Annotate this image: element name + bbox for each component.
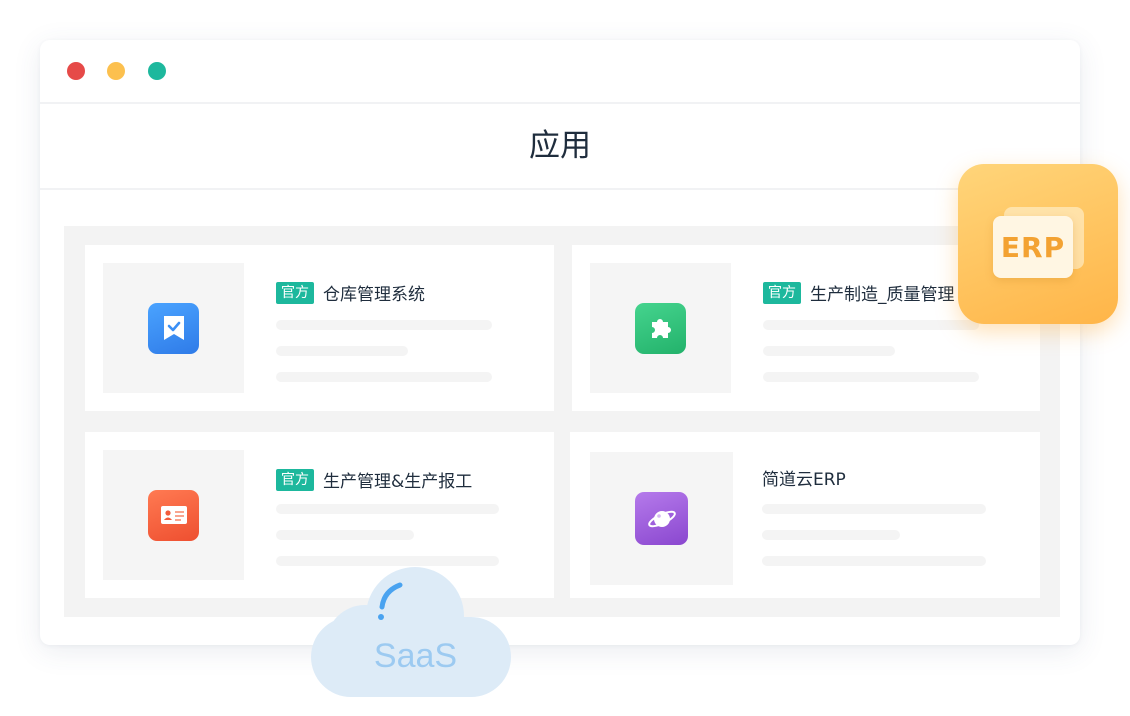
page-title: 应用 [40,104,1080,190]
app-thumbnail [103,263,244,393]
planet-icon [635,492,688,545]
placeholder-line [276,504,499,514]
close-window-dot[interactable] [67,62,85,80]
placeholder-line [276,346,408,356]
app-marketplace-illustration: 应用 官方 仓库管理系统 官方 生产制造_质量管理 官方 生产管理&生产报工 简… [0,0,1130,716]
placeholder-line [762,556,986,566]
app-title-row: 官方 仓库管理系统 [276,280,425,305]
maximize-window-dot[interactable] [148,62,166,80]
app-title-row: 简道云ERP [762,465,846,490]
bookmark-check-icon [148,302,199,354]
minimize-window-dot[interactable] [107,62,125,80]
app-card-erp[interactable]: 简道云ERP [570,432,1040,598]
app-grid: 官方 仓库管理系统 官方 生产制造_质量管理 官方 生产管理&生产报工 简道云E… [64,226,1060,617]
app-thumbnail [103,450,244,580]
app-window: 应用 官方 仓库管理系统 官方 生产制造_质量管理 官方 生产管理&生产报工 简… [40,40,1080,645]
saas-label: SaaS [373,637,458,675]
puzzle-icon [635,302,686,354]
erp-label: ERP [993,216,1073,278]
placeholder-line [762,530,900,540]
id-card-icon [148,489,199,541]
app-name[interactable]: 简道云ERP [762,465,846,490]
official-badge: 官方 [276,281,314,304]
placeholder-line [762,504,986,514]
placeholder-line [763,346,895,356]
placeholder-line [763,372,979,382]
app-card-warehouse[interactable]: 官方 仓库管理系统 [85,245,554,411]
saas-cloud: SaaS [308,565,513,700]
erp-floating-badge: ERP [958,164,1118,324]
placeholder-line [763,320,979,330]
app-name[interactable]: 仓库管理系统 [323,280,425,305]
official-badge: 官方 [276,468,314,491]
app-name[interactable]: 生产管理&生产报工 [323,467,472,492]
window-titlebar [40,40,1080,104]
cloud-highlight-icon [378,582,403,620]
app-thumbnail [590,452,733,585]
app-title-row: 官方 生产制造_质量管理 [763,280,955,305]
app-name[interactable]: 生产制造_质量管理 [810,280,955,305]
app-thumbnail [590,263,731,393]
placeholder-line [276,372,492,382]
official-badge: 官方 [763,281,801,304]
app-title-row: 官方 生产管理&生产报工 [276,467,472,492]
placeholder-line [276,320,492,330]
placeholder-line [276,530,414,540]
